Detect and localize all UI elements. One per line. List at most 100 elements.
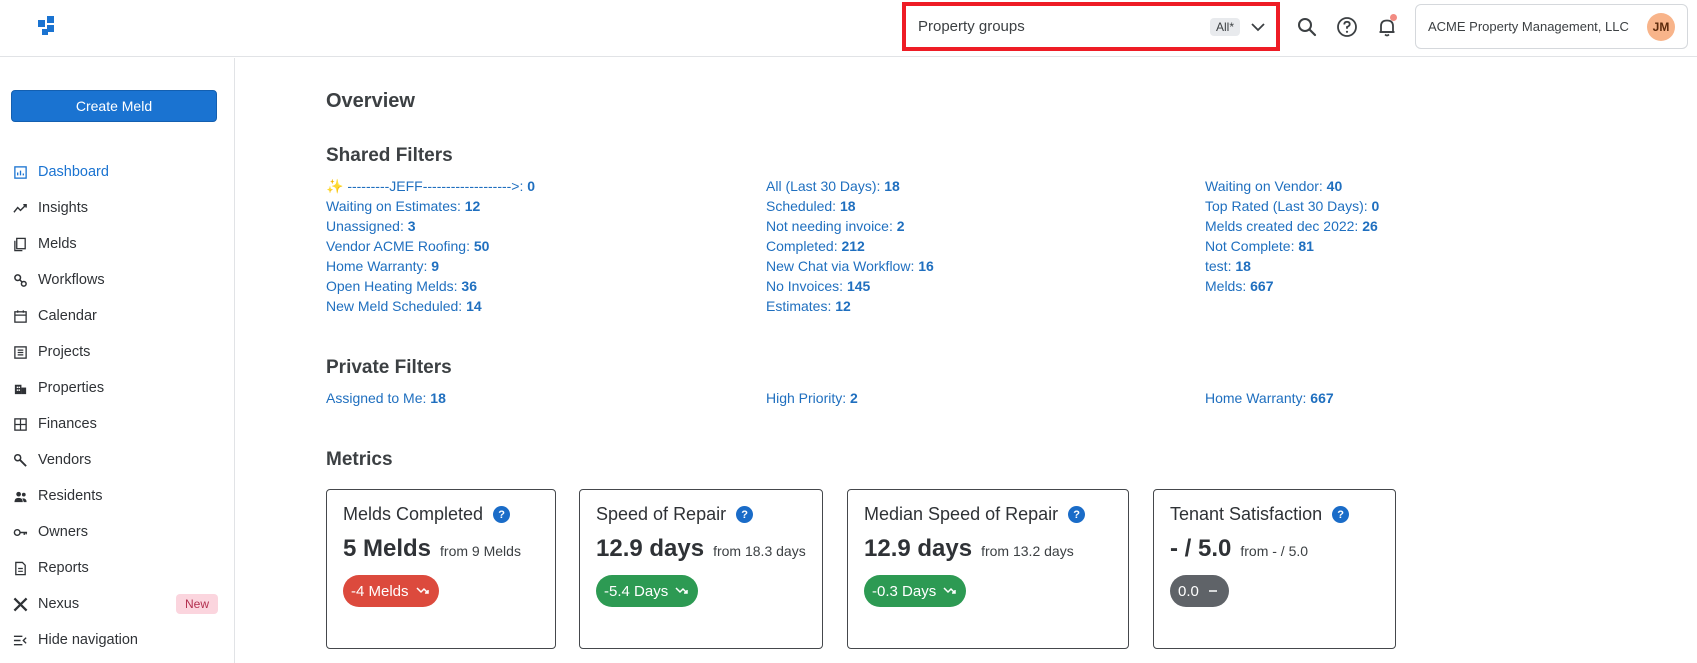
sidebar-item-insights[interactable]: Insights: [0, 190, 235, 226]
private-filters-heading: Private Filters: [326, 357, 452, 378]
filter-link[interactable]: Scheduled: 18: [766, 196, 1186, 216]
filter-count: 2: [850, 390, 858, 406]
filter-count: 12: [464, 198, 481, 214]
filter-label: Home Warranty:: [326, 258, 432, 274]
filter-label: Unassigned:: [326, 218, 408, 234]
filter-count: 212: [841, 238, 865, 254]
sidebar-item-finances[interactable]: Finances: [0, 406, 235, 442]
owners-icon: [13, 528, 27, 536]
account-menu[interactable]: ACME Property Management, LLC JM: [1415, 4, 1688, 49]
help-icon[interactable]: ?: [736, 506, 754, 523]
metric-title: Median Speed of Repair: [864, 504, 1059, 524]
calendar-icon: [13, 309, 27, 323]
help-icon[interactable]: ?: [1332, 506, 1350, 523]
filter-label: Home Warranty:: [1205, 390, 1311, 406]
filter-count: 145: [846, 278, 871, 294]
properties-icon: [14, 384, 26, 394]
trend-down-icon: [943, 587, 956, 594]
hide-navigation-button[interactable]: Hide navigation: [0, 622, 235, 658]
filter-label: Waiting on Estimates:: [326, 198, 465, 214]
notification-dot: [1390, 14, 1397, 21]
metric-from: from - / 5.0: [1240, 543, 1309, 559]
filter-label: High Priority:: [766, 390, 851, 406]
sidebar-item-projects[interactable]: Projects: [0, 334, 235, 370]
filter-link[interactable]: Waiting on Estimates: 12: [326, 196, 746, 216]
app-logo[interactable]: [34, 14, 60, 38]
filter-link[interactable]: No Invoices: 145: [766, 276, 1186, 296]
nexus-icon: [13, 597, 27, 611]
property-groups-label: Property groups: [918, 18, 1025, 35]
sidebar-item-nexus[interactable]: Nexus New: [0, 586, 235, 622]
filter-label: ✨ ---------JEFF------------------->:: [326, 178, 528, 194]
search-icon[interactable]: [1296, 16, 1318, 38]
sidebar-item-properties[interactable]: Properties: [0, 370, 235, 406]
sidebar-item-workflows[interactable]: Workflows: [0, 262, 235, 298]
filter-link[interactable]: All (Last 30 Days): 18: [766, 176, 1186, 196]
filter-link[interactable]: Home Warranty: 9: [326, 256, 746, 276]
metric-delta-badge: -5.4 Days: [596, 575, 699, 607]
sidebar: Create Meld Dashboard Insights Melds Wor…: [0, 58, 235, 663]
help-icon[interactable]: [1336, 16, 1358, 38]
metric-delta: 0.0: [1178, 582, 1199, 600]
filter-count: 18: [839, 198, 856, 214]
filter-label: New Meld Scheduled:: [326, 298, 467, 314]
sidebar-item-label: Properties: [38, 380, 105, 396]
filter-link[interactable]: ✨ ---------JEFF------------------->: 0: [326, 176, 746, 196]
residents-icon: [13, 491, 27, 502]
filter-count: 18: [884, 178, 900, 194]
filter-link[interactable]: Vendor ACME Roofing: 50: [326, 236, 746, 256]
metric-card-tenant-satisfaction: Tenant Satisfaction? - / 5.0 from - / 5.0…: [1153, 489, 1396, 649]
sidebar-item-residents[interactable]: Residents: [0, 478, 235, 514]
sidebar-item-label: Projects: [38, 344, 91, 360]
filter-count: 0: [527, 178, 536, 194]
sidebar-item-label: Dashboard: [38, 164, 109, 180]
sidebar-item-label: Melds: [38, 236, 77, 252]
filter-link[interactable]: High Priority: 2: [766, 388, 1186, 408]
metrics-heading: Metrics: [326, 449, 393, 470]
filter-count: 667: [1310, 390, 1334, 406]
trend-down-icon: [675, 587, 688, 594]
filter-label: Not Complete:: [1205, 238, 1299, 254]
filter-link[interactable]: New Meld Scheduled: 14: [326, 296, 746, 316]
shared-filters-column: Waiting on Vendor: 40 Top Rated (Last 30 …: [1205, 176, 1625, 296]
shared-filters-column: ✨ ---------JEFF------------------->: 0 Wa…: [326, 176, 746, 316]
filter-link[interactable]: Open Heating Melds: 36: [326, 276, 746, 296]
trend-flat-icon: [1208, 590, 1217, 592]
filter-label: Melds:: [1205, 278, 1251, 294]
filter-link[interactable]: test: 18: [1205, 256, 1625, 276]
create-meld-button[interactable]: Create Meld: [11, 90, 217, 122]
filter-link[interactable]: Top Rated (Last 30 Days): 0: [1205, 196, 1625, 216]
help-icon[interactable]: ?: [493, 506, 511, 523]
filter-link[interactable]: Melds: 667: [1205, 276, 1625, 296]
filter-link[interactable]: New Chat via Workflow: 16: [766, 256, 1186, 276]
sidebar-item-melds[interactable]: Melds: [0, 226, 235, 262]
filter-label: Scheduled:: [766, 198, 840, 214]
filter-link[interactable]: Completed: 212: [766, 236, 1186, 256]
metric-delta: -4 Melds: [351, 582, 409, 600]
sidebar-item-owners[interactable]: Owners: [0, 514, 235, 550]
shared-filters-column: All (Last 30 Days): 18 Scheduled: 18 Not n…: [766, 176, 1186, 316]
filter-count: 3: [407, 218, 416, 234]
sidebar-item-label: Workflows: [38, 272, 105, 288]
filter-link[interactable]: Assigned to Me: 18: [326, 388, 746, 408]
filter-link[interactable]: Not Complete: 81: [1205, 236, 1625, 256]
filter-link[interactable]: Not needing invoice: 2: [766, 216, 1186, 236]
sidebar-item-calendar[interactable]: Calendar: [0, 298, 235, 334]
sidebar-item-dashboard[interactable]: Dashboard: [0, 154, 235, 190]
sidebar-item-vendors[interactable]: Vendors: [0, 442, 235, 478]
filter-link[interactable]: Melds created dec 2022: 26: [1205, 216, 1625, 236]
filter-link[interactable]: Waiting on Vendor: 40: [1205, 176, 1625, 196]
filter-count: 18: [430, 390, 446, 406]
sidebar-item-reports[interactable]: Reports: [0, 550, 235, 586]
metric-from: from 13.2 days: [981, 543, 1074, 559]
private-filters-column: Home Warranty: 667: [1205, 388, 1625, 408]
property-groups-select[interactable]: Property groups All*: [902, 2, 1280, 51]
filter-label: No Invoices:: [766, 278, 847, 294]
filter-link[interactable]: Home Warranty: 667: [1205, 388, 1625, 408]
filter-link[interactable]: Estimates: 12: [766, 296, 1186, 316]
help-icon[interactable]: ?: [1068, 506, 1086, 523]
filter-label: Melds created dec 2022:: [1205, 218, 1363, 234]
metric-delta-badge: -4 Melds: [343, 575, 439, 607]
filter-link[interactable]: Unassigned: 3: [326, 216, 746, 236]
metric-value: 12.9 days: [596, 535, 705, 562]
